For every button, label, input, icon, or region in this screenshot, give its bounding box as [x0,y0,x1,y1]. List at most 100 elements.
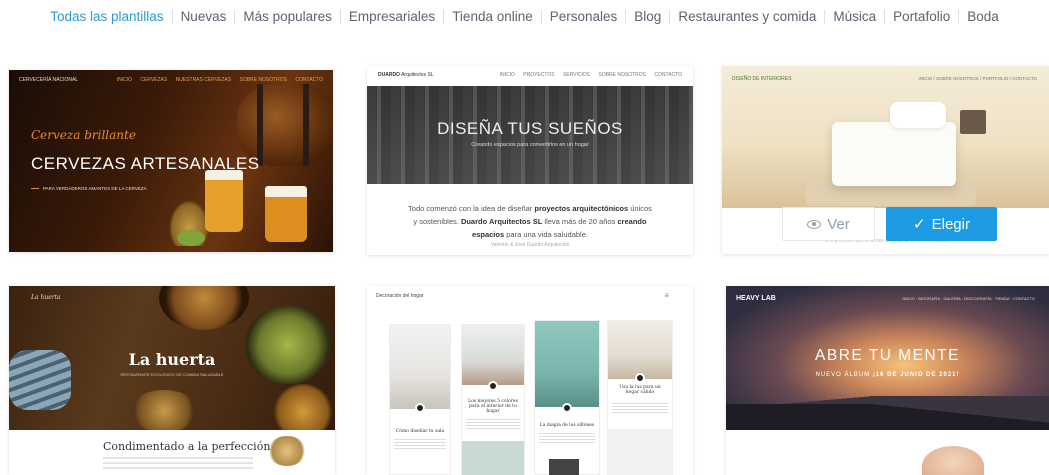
tile-image [462,325,524,385]
tab-tienda-online[interactable]: Tienda online [444,9,541,24]
tile-image [608,429,672,475]
choose-button[interactable]: ✓ Elegir [886,207,997,241]
category-tabs: Todas las plantillas Nuevas Más populare… [0,9,1049,24]
template-nav-item: CONTACTO [654,72,682,78]
template-nav: CERVECERÍA NACIONAL INICIO CERVEZAS NUES… [19,77,323,83]
text-line [103,457,253,459]
body-text-part: Todo comenzó con la idea de diseñar [408,204,535,213]
template-brand-suffix: Arquitectos SL [401,72,434,78]
tab-boda[interactable]: Boda [959,9,1007,24]
tile-title: Usa la luz para un hogar cálido [619,385,661,395]
template-headline: CERVEZAS ARTESANALES [31,154,260,173]
template-brand: Decoración del hogar [376,293,424,299]
template-brand: La huerta [31,294,61,301]
tab-todas-las-plantillas[interactable]: Todas las plantillas [42,9,171,24]
bed-shape [832,122,956,186]
template-nav-item: CONTACTO [295,77,323,83]
template-card-cerveceria[interactable]: CERVECERÍA NACIONAL INICIO CERVEZAS NUES… [9,70,333,252]
tile-text [466,419,520,429]
template-card-decoracion[interactable]: Decoración del hogar ≡ Cómo diseñar tu s… [367,286,693,475]
tile-image [608,321,672,379]
template-script-text: Cerveza brillante [31,128,136,142]
tab-empresariales[interactable]: Empresariales [341,9,443,24]
tab-portafolio[interactable]: Portafolio [885,9,958,24]
blog-tile: La magia de los sillones [534,320,600,475]
tile-text [394,439,446,449]
template-nav-item: SOBRE NOSOTROS [598,72,647,78]
template-card-heavy-lab[interactable]: HEAVY LAB INICIO · BIOGRAFÍA · GALERÍA ·… [726,286,1049,475]
nightstand-shape [960,110,986,134]
tab-nuevas[interactable]: Nuevas [173,9,235,24]
tile-badge [635,373,645,383]
template-section-title: Condimentado a la perfección [103,440,271,453]
body-text-bold: proyectos arquitectónicos [534,204,629,213]
beer-glass-image [205,170,243,232]
body-text-part: lleva más de 20 años [542,217,618,226]
tile-text [612,403,668,413]
template-nav: INICIO · BIOGRAFÍA · GALERÍA · DISCOGRAF… [902,296,1035,301]
text-line [103,467,253,469]
template-nav-item: INICIO [116,77,132,83]
tab-personales[interactable]: Personales [542,9,626,24]
template-subheadline: RESTAURANTE ECOLÓGICO DE COMIDA SALUDABL… [120,372,224,377]
beer-glass-image [265,186,307,242]
template-nav-item: SOBRE NOSOTROS [239,77,288,83]
template-card-duardo[interactable]: DUARDO Arquitectos SL INICIO PROYECTOS S… [367,66,693,255]
tile-badge [415,403,425,413]
tile-title: Los mejores 5 colores para el interior d… [468,399,518,414]
tile-title: La magia de los sillones [539,423,595,428]
preview-button[interactable]: Ver [782,207,875,241]
template-headline: La huerta [128,350,216,369]
tile-badge [488,381,498,391]
pillow-shape [890,102,946,128]
tab-blog[interactable]: Blog [626,9,669,24]
template-nav-item: SERVICIOS [562,72,591,78]
tile-title: Cómo diseñar tu sala [395,429,445,434]
body-text-bold: Duardo Arquitectos SL [460,217,543,226]
tab-mas-populares[interactable]: Más populares [235,9,340,24]
blog-tile: Los mejores 5 colores para el interior d… [461,324,525,475]
template-headline: ABRE TU MENTE [815,347,960,364]
tile-image [549,459,579,475]
text-line [103,462,253,464]
bedroom-image: DISEÑO DE INTERIORES INICIO / SOBRE NOSO… [722,66,1049,208]
template-subheadline: PARA VERDADEROS AMANTES DE LA CERVEZA [31,186,147,191]
template-card-la-huerta[interactable]: La huerta La huerta RESTAURANTE ECOLÓGIC… [9,286,335,475]
dish-image [267,436,307,466]
eye-icon [807,219,822,229]
template-brand: HEAVY LAB [736,295,776,302]
food-plate-image [129,390,199,432]
tab-restaurantes-y-comida[interactable]: Restaurantes y comida [670,9,824,24]
tile-badge [562,403,572,413]
tile-image [390,325,450,409]
food-plate-image [159,286,249,330]
template-card-interiores[interactable]: DISEÑO DE INTERIORES INICIO / SOBRE NOSO… [722,66,1049,254]
tile-text [539,433,595,443]
menu-icon: ≡ [664,291,669,300]
template-hero-tagline: Creando espacios para convertirlos en un… [471,142,589,148]
card-footer [726,430,1049,475]
subheadline-part: NUEVO ÁLBUM [815,372,873,378]
preview-button-label: Ver [827,215,850,233]
template-brand: DISEÑO DE INTERIORES [732,76,792,82]
template-body-text: Todo comenzó con la idea de diseñar proy… [367,202,693,241]
template-brand: DUARDO [378,72,400,78]
check-icon: ✓ [913,216,926,233]
template-nav: INICIO / SOBRE NOSOTROS / PORTFOLIO / CO… [918,76,1037,81]
template-brand: CERVECERÍA NACIONAL [19,77,79,83]
hops-image [177,230,205,246]
blog-tile: Usa la luz para un hogar cálido [607,320,673,475]
template-hero-title: DISEÑA TUS SUEÑOS [437,119,623,138]
tile-image [462,441,524,475]
template-nav: DUARDO Arquitectos SL INICIO PROYECTOS S… [378,72,682,78]
template-subheadline: NUEVO ÁLBUM ¡16 DE JUNIO DE 2021! [726,372,1049,378]
template-nav-item: CERVEZAS [140,77,168,83]
tile-image [535,321,599,407]
choose-button-label: Elegir [931,215,970,233]
template-nav-item: NUESTRAS CERVEZAS [175,77,232,83]
subheadline-date: ¡16 DE JUNIO DE 2021! [872,372,960,378]
tab-musica[interactable]: Música [825,9,884,24]
template-footer-text: Valentín & José Duardo Arquitectos [490,242,570,248]
template-nav-item: INICIO [499,72,515,78]
mountain-shape [726,404,1049,432]
